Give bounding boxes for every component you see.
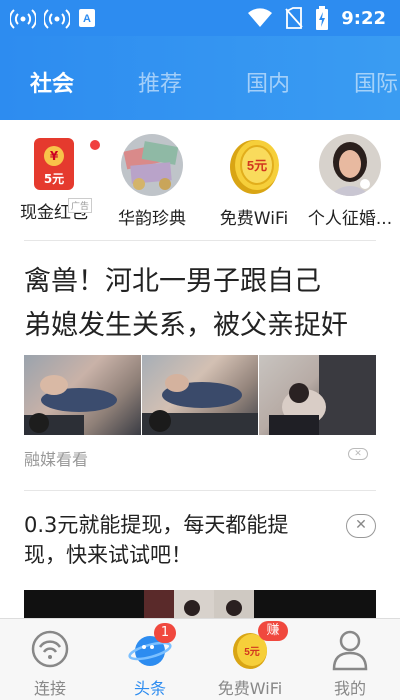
article-thumbnail [24, 355, 141, 435]
svg-text:A: A [83, 13, 91, 25]
notification-dot [90, 140, 100, 150]
person-icon [328, 627, 372, 671]
divider [24, 490, 376, 491]
nav-free-wifi[interactable]: 5元 赚 免费WiFi [200, 621, 300, 699]
no-sim-icon [285, 7, 303, 29]
article-image[interactable] [24, 590, 376, 620]
ad-tag: 广告 [68, 198, 93, 213]
article-source: 融媒看看 [24, 450, 89, 469]
nav-connect[interactable]: 连接 [0, 627, 100, 699]
quick-link-cash-red-envelope[interactable]: ¥ 5元 广告 现金红包 [6, 134, 102, 223]
unread-badge: 1 [154, 623, 176, 643]
dismiss-icon[interactable]: ✕ [346, 514, 376, 538]
red-envelope-icon: ¥ 5元 [34, 138, 74, 190]
headline-planet-icon: 1 [128, 623, 176, 671]
svg-text:5元: 5元 [247, 158, 267, 173]
quick-link-label: 免费WiFi [219, 209, 289, 229]
article-thumbnail [141, 355, 259, 435]
nav-label: 头条 [133, 679, 166, 698]
quick-link-huayun[interactable]: 华韵珍典 [104, 134, 200, 229]
gold-coin-icon: 5元 赚 [228, 621, 288, 671]
app-notification-icon: A [79, 9, 95, 27]
nav-mine[interactable]: 我的 [300, 627, 400, 699]
tab-society[interactable]: 社会 [30, 66, 74, 98]
article-title[interactable]: 0.3元就能提现，每天都能提 现，快来试试吧！ [24, 510, 324, 570]
svg-text:5元: 5元 [244, 646, 260, 658]
gold-coin-icon: 5元 [223, 134, 285, 196]
avatar-woman-icon [319, 134, 381, 196]
nav-label: 连接 [33, 679, 66, 698]
nav-headlines[interactable]: 1 头条 [100, 623, 200, 699]
battery-charging-icon [316, 6, 329, 30]
coins-collection-icon [121, 134, 183, 196]
tab-domestic[interactable]: 国内 [246, 66, 290, 98]
wifi-hotspot-icon [44, 9, 70, 29]
dismiss-icon[interactable]: ✕ [348, 448, 368, 460]
nav-label: 我的 [333, 679, 366, 698]
category-tabs: 社会 推荐 国内 国际 [0, 36, 400, 120]
wifi-icon [248, 8, 273, 27]
quick-links: ¥ 5元 广告 现金红包 华韵珍典 5元 免费WiFi 个人征婚... [0, 120, 400, 240]
wifi-connect-icon [28, 627, 72, 671]
nav-label: 免费WiFi [217, 679, 283, 698]
quick-link-free-wifi[interactable]: 5元 免费WiFi [206, 134, 302, 229]
quick-link-label: 华韵珍典 [118, 209, 186, 229]
article-thumbnail [259, 355, 377, 435]
quick-link-label: 个人征婚... [307, 209, 393, 229]
wifi-hotspot-icon [10, 9, 36, 29]
tab-recommend[interactable]: 推荐 [138, 66, 182, 98]
status-bar: A 9:22 [0, 0, 400, 36]
status-time: 9:22 [341, 7, 386, 29]
quick-link-personal-dating[interactable]: 个人征婚... [302, 134, 398, 229]
divider [24, 240, 376, 241]
article-thumbnails[interactable] [24, 355, 377, 435]
tab-international[interactable]: 国际 [354, 66, 398, 98]
bottom-nav: 连接 1 头条 5元 赚 免费WiFi 我的 [0, 618, 400, 700]
earn-badge: 赚 [258, 621, 288, 641]
article-title[interactable]: 禽兽！河北一男子跟自己 弟媳发生关系，被父亲捉奸 [24, 260, 376, 348]
